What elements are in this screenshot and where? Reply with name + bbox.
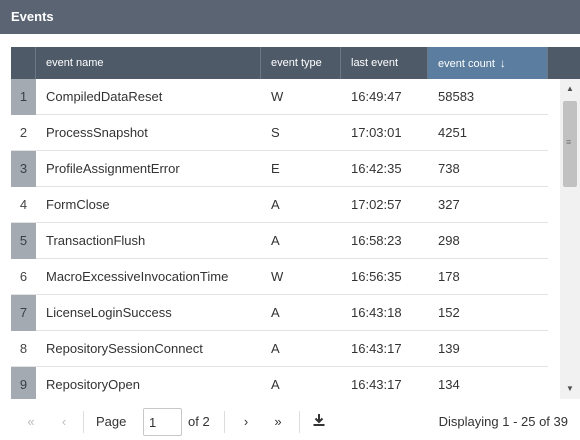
- row-number: 9: [11, 367, 36, 399]
- download-icon[interactable]: [310, 413, 328, 431]
- event-count-cell: 134: [438, 377, 460, 392]
- vertical-scrollbar[interactable]: ▲ ≡ ▼: [560, 79, 580, 399]
- event-type-cell: W: [271, 89, 284, 104]
- paging-toolbar: « ‹ Page of 2 › » Displaying 1 - 25 of 3…: [0, 404, 580, 440]
- event-count-cell: 58583: [438, 89, 475, 104]
- column-header-label: event type: [271, 57, 322, 69]
- last-event-cell: 16:56:35: [351, 269, 402, 284]
- grid-header: event name event type last event event c…: [11, 47, 580, 79]
- event-type-cell: A: [271, 341, 280, 356]
- row-number-header: [11, 47, 36, 79]
- event-name-cell: TransactionFlush: [46, 233, 146, 248]
- event-count-cell: 178: [438, 269, 460, 284]
- scrollbar-thumb[interactable]: ≡: [563, 101, 577, 187]
- grid-body: 1 CompiledDataReset W 16:49:47 58583 2 P…: [11, 79, 548, 399]
- event-name-cell: RepositoryOpen: [46, 377, 140, 392]
- table-row[interactable]: 9 RepositoryOpen A 16:43:17 134: [11, 367, 548, 399]
- last-event-cell: 17:02:57: [351, 197, 402, 212]
- event-type-cell: A: [271, 377, 280, 392]
- row-number: 2: [19, 125, 28, 140]
- table-row[interactable]: 4 FormClose A 17:02:57 327: [11, 187, 548, 223]
- row-number: 1: [11, 79, 36, 115]
- event-count-cell: 139: [438, 341, 460, 356]
- event-name-cell: FormClose: [46, 197, 110, 212]
- table-row[interactable]: 7 LicenseLoginSuccess A 16:43:18 152: [11, 295, 548, 331]
- event-type-cell: W: [271, 269, 284, 284]
- last-event-cell: 16:43:17: [351, 377, 402, 392]
- page-label: Page: [96, 414, 127, 429]
- scrollbar-grip-icon: ≡: [566, 137, 572, 147]
- last-event-cell: 16:42:35: [351, 161, 402, 176]
- event-name-cell: RepositorySessionConnect: [46, 341, 203, 356]
- event-count-cell: 4251: [438, 125, 467, 140]
- event-name-cell: LicenseLoginSuccess: [46, 305, 172, 320]
- toolbar-separator: [83, 411, 84, 433]
- row-number: 7: [11, 295, 36, 331]
- paging-display-info: Displaying 1 - 25 of 39: [438, 414, 568, 429]
- event-name-cell: ProfileAssignmentError: [46, 161, 180, 176]
- column-header-label: last event: [351, 57, 399, 69]
- event-type-cell: A: [271, 233, 280, 248]
- sort-descending-icon: ↓: [499, 56, 506, 70]
- table-row[interactable]: 5 TransactionFlush A 16:58:23 298: [11, 223, 548, 259]
- page-count-label: of 2: [188, 414, 210, 429]
- panel-title: Events: [0, 0, 580, 34]
- previous-page-icon[interactable]: ‹: [55, 413, 73, 431]
- toolbar-separator: [224, 411, 225, 433]
- event-type-cell: A: [271, 197, 280, 212]
- row-number: 5: [11, 223, 36, 259]
- column-header-label: event name: [46, 57, 104, 69]
- scroll-down-arrow-icon[interactable]: ▼: [560, 381, 580, 397]
- row-number: 3: [11, 151, 36, 187]
- table-row[interactable]: 8 RepositorySessionConnect A 16:43:17 13…: [11, 331, 548, 367]
- page-number-input[interactable]: [143, 408, 182, 436]
- next-page-icon[interactable]: ›: [237, 413, 255, 431]
- event-name-cell: MacroExcessiveInvocationTime: [46, 269, 229, 284]
- event-count-cell: 298: [438, 233, 460, 248]
- last-event-cell: 16:43:18: [351, 305, 402, 320]
- event-count-cell: 327: [438, 197, 460, 212]
- header-filler: [548, 47, 580, 79]
- last-event-cell: 16:49:47: [351, 89, 402, 104]
- toolbar-separator: [299, 411, 300, 433]
- table-row[interactable]: 3 ProfileAssignmentError E 16:42:35 738: [11, 151, 548, 187]
- scroll-up-arrow-icon[interactable]: ▲: [560, 81, 580, 97]
- column-header-last-event[interactable]: last event: [341, 47, 428, 79]
- table-row[interactable]: 1 CompiledDataReset W 16:49:47 58583: [11, 79, 548, 115]
- first-page-icon[interactable]: «: [22, 413, 40, 431]
- event-name-cell: CompiledDataReset: [46, 89, 163, 104]
- last-event-cell: 17:03:01: [351, 125, 402, 140]
- event-count-cell: 152: [438, 305, 460, 320]
- event-type-cell: S: [271, 125, 280, 140]
- last-event-cell: 16:58:23: [351, 233, 402, 248]
- events-grid: event name event type last event event c…: [11, 47, 580, 399]
- last-event-cell: 16:43:17: [351, 341, 402, 356]
- event-type-cell: A: [271, 305, 280, 320]
- column-header-event-name[interactable]: event name: [36, 47, 261, 79]
- row-number: 6: [19, 269, 28, 284]
- column-header-event-type[interactable]: event type: [261, 47, 341, 79]
- event-type-cell: E: [271, 161, 280, 176]
- last-page-icon[interactable]: »: [269, 413, 287, 431]
- column-header-label: event count: [438, 58, 495, 70]
- row-number: 8: [19, 341, 28, 356]
- event-name-cell: ProcessSnapshot: [46, 125, 148, 140]
- table-row[interactable]: 6 MacroExcessiveInvocationTime W 16:56:3…: [11, 259, 548, 295]
- column-header-event-count[interactable]: event count ↓: [428, 47, 548, 79]
- event-count-cell: 738: [438, 161, 460, 176]
- table-row[interactable]: 2 ProcessSnapshot S 17:03:01 4251: [11, 115, 548, 151]
- row-number: 4: [19, 197, 28, 212]
